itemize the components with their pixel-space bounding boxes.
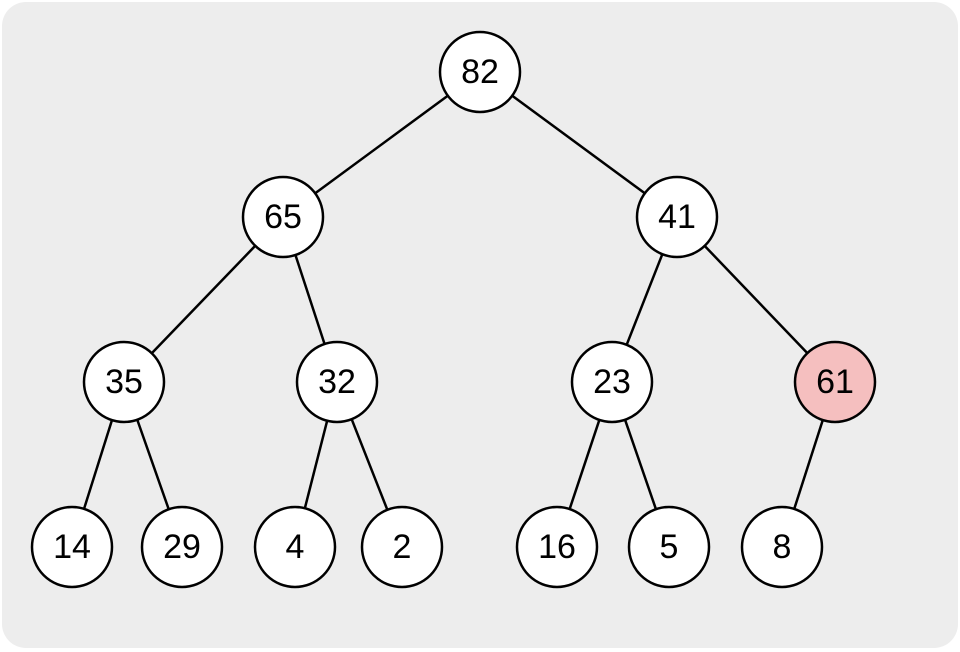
tree-edge [352,419,388,510]
tree-node-value: 8 [773,528,792,566]
tree-node: 4 [255,507,335,587]
tree-node-value: 23 [593,363,631,401]
tree-node-value: 32 [318,363,356,401]
tree-edge [137,420,168,510]
tree-edge [152,246,255,353]
tree-node: 82 [440,32,520,112]
tree-edge [512,96,645,194]
tree-node: 41 [637,177,717,257]
tree-edge [570,420,600,509]
tree-node-value: 65 [264,198,302,236]
diagram-panel: 82 65 41 35 32 23 61 14 29 4 2 16 5 8 [2,2,958,648]
tree-edge [84,420,112,509]
tree-edge [794,420,823,509]
tree-edge [305,421,327,508]
tree-node: 32 [297,342,377,422]
tree-diagram: 82 65 41 35 32 23 61 14 29 4 2 16 5 8 [2,2,958,648]
tree-node: 29 [142,507,222,587]
tree-edge [315,96,448,194]
tree-edge [625,420,656,509]
tree-node-value: 16 [538,528,576,566]
tree-node-value: 35 [105,363,143,401]
tree-node-value: 29 [163,528,201,566]
tree-node: 5 [629,507,709,587]
tree-node: 14 [32,507,112,587]
tree-node-value: 82 [461,53,499,91]
tree-node: 23 [572,342,652,422]
tree-node: 65 [243,177,323,257]
tree-node-highlighted: 61 [795,342,875,422]
tree-node-value: 5 [660,528,679,566]
tree-edge [705,246,808,353]
tree-edge [295,255,324,344]
tree-node-value: 61 [816,363,854,401]
tree-node: 16 [517,507,597,587]
tree-node: 35 [84,342,164,422]
tree-node-value: 4 [286,528,305,566]
tree-node: 2 [362,507,442,587]
tree-node-value: 2 [393,528,412,566]
tree-node: 8 [742,507,822,587]
tree-node-value: 14 [53,528,91,566]
tree-node-value: 41 [658,198,696,236]
tree-edge [627,254,663,345]
